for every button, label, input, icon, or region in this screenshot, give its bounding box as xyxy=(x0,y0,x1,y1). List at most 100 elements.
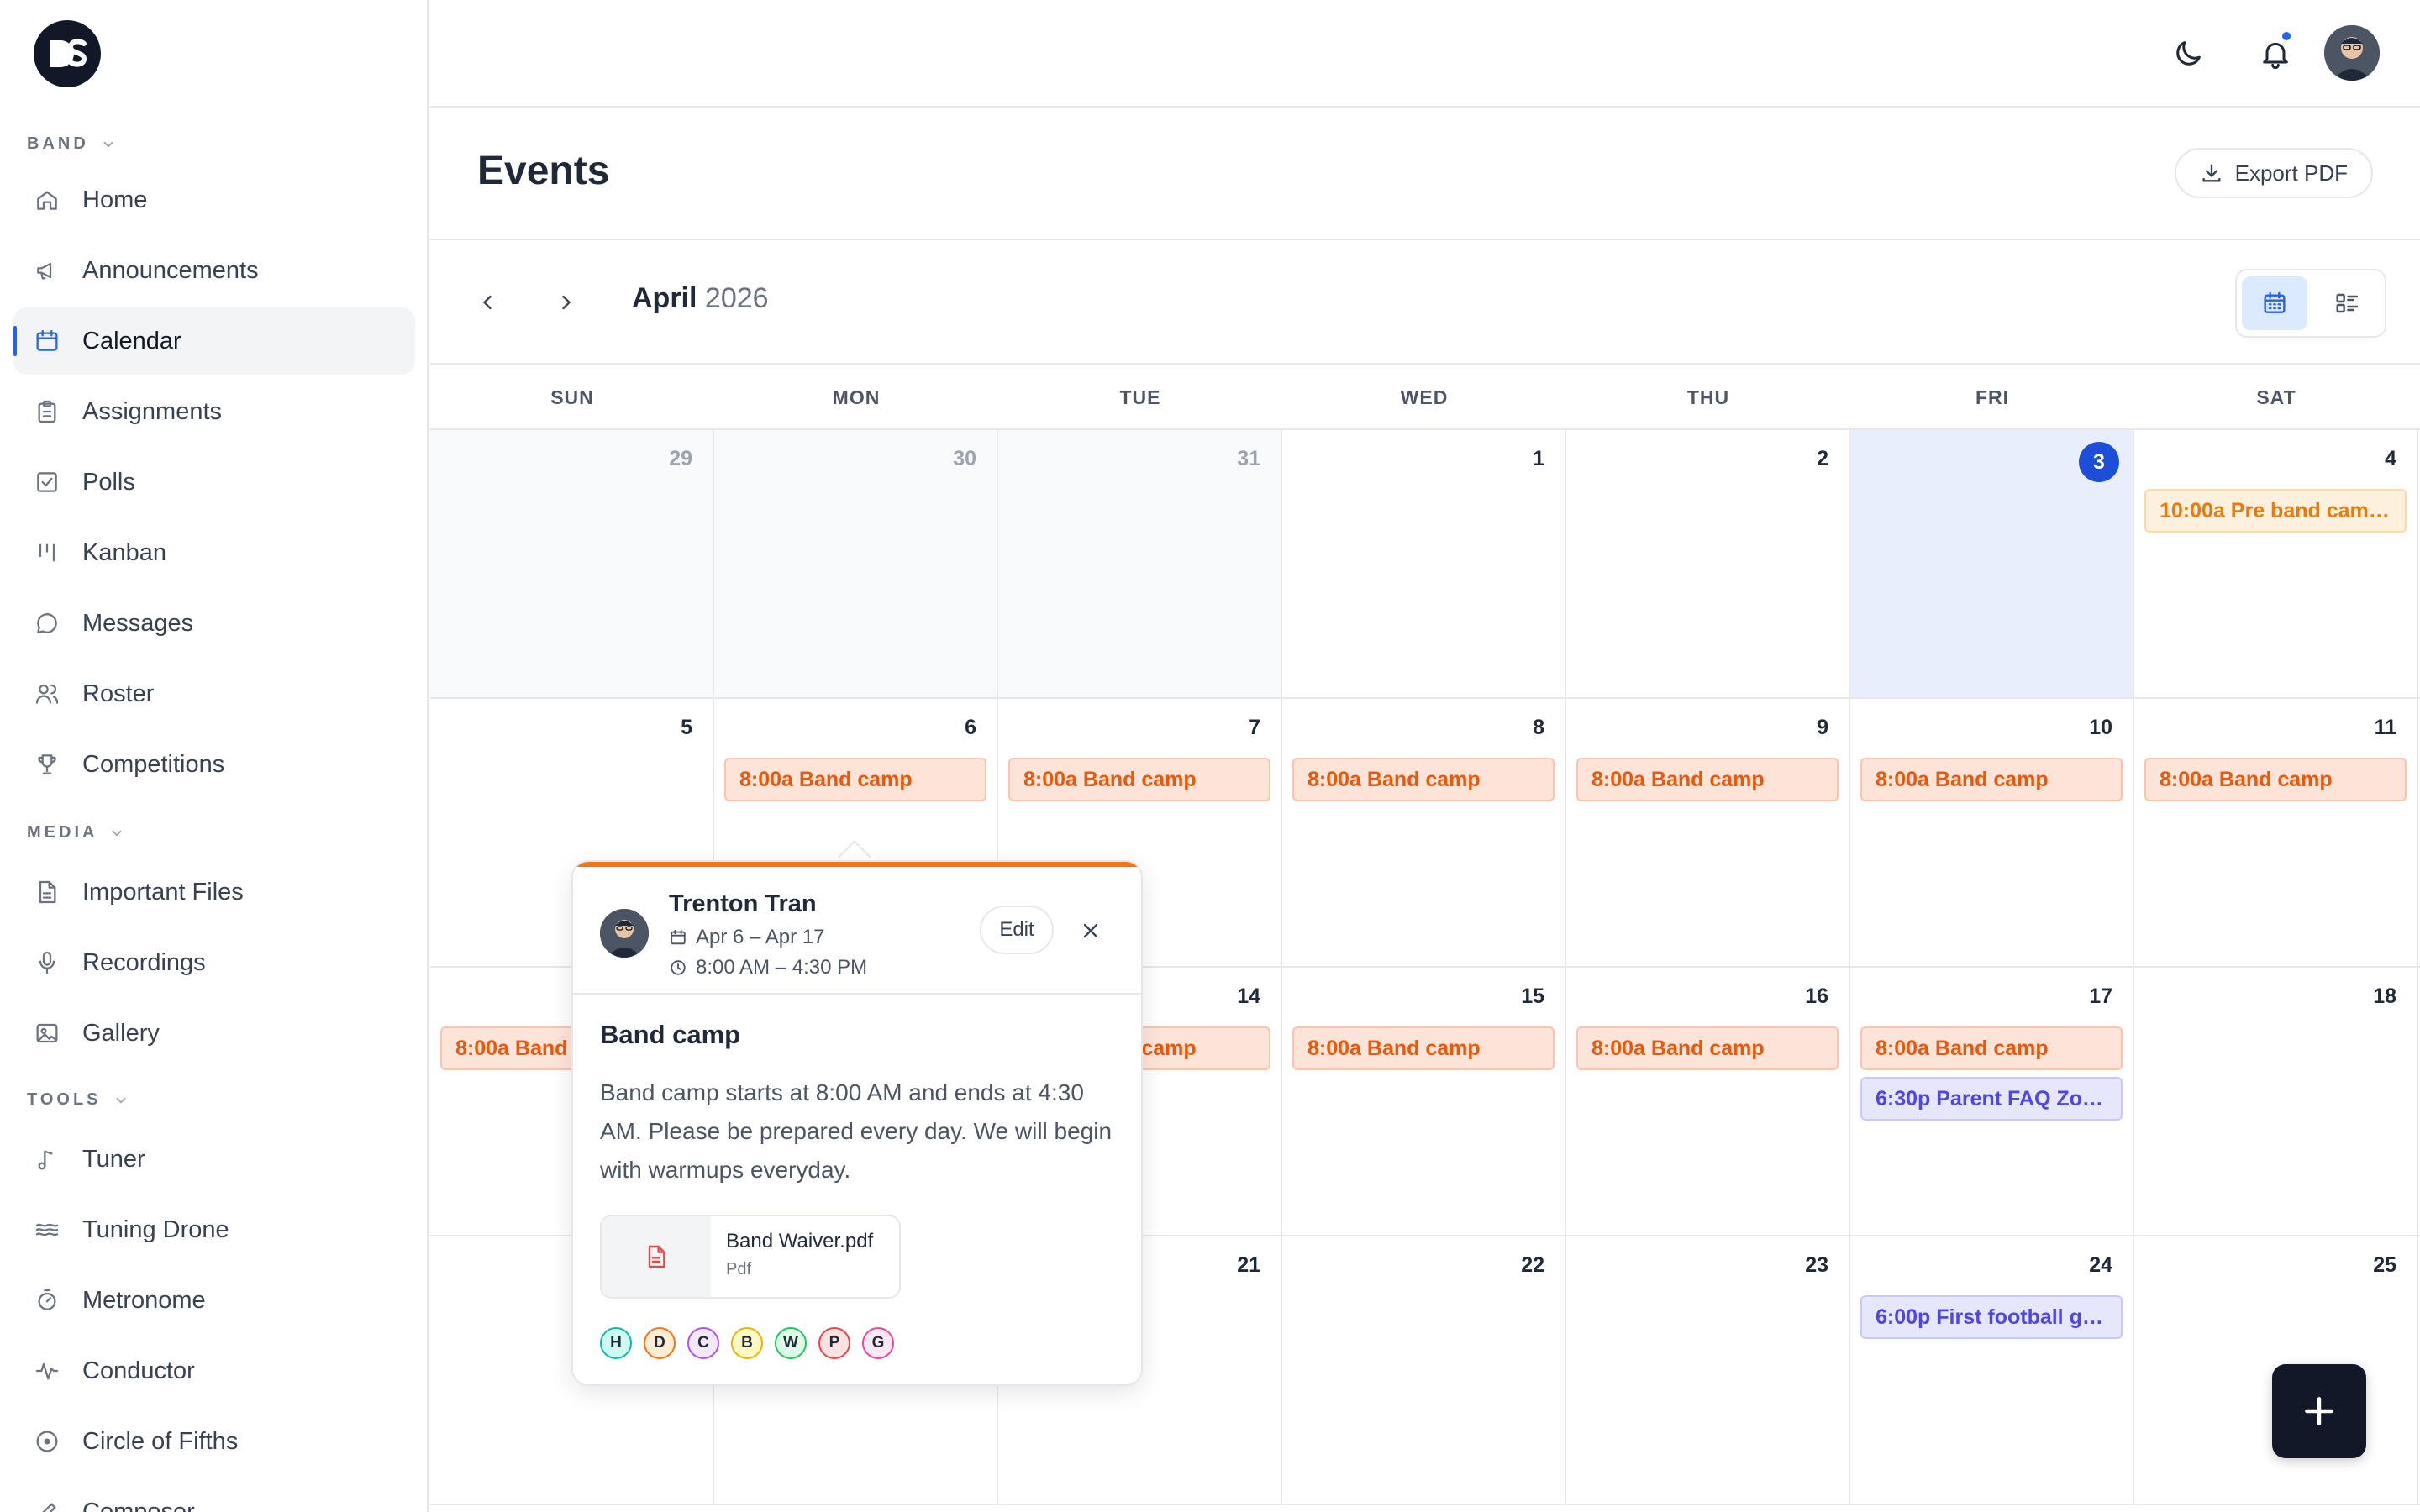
month-year-label: April 2026 xyxy=(632,282,769,315)
calendar-day-cell[interactable]: 23 xyxy=(1566,1236,1850,1504)
close-icon xyxy=(1083,923,1098,938)
chevron-down-icon xyxy=(116,1097,125,1104)
plus-icon xyxy=(2305,1397,2333,1425)
view-toggle xyxy=(2235,269,2386,338)
sidebar-item-label: Roster xyxy=(82,680,155,707)
page-title: Events xyxy=(477,149,610,193)
calendar-day-cell[interactable]: 8 8:00a Band camp xyxy=(1282,699,1566,966)
calendar-day-cell[interactable]: 11 8:00a Band camp xyxy=(2134,699,2418,966)
event-description: Band camp starts at 8:00 AM and ends at … xyxy=(600,1079,1113,1183)
export-pdf-button[interactable]: Export PDF xyxy=(2174,148,2373,198)
event-chip[interactable]: 8:00a Band camp xyxy=(1576,1026,1839,1070)
download-icon xyxy=(2202,164,2221,182)
date-range-text: Apr 6 – Apr 17 xyxy=(696,926,825,948)
user-avatar[interactable] xyxy=(2324,25,2380,81)
attendee-avatar[interactable]: B xyxy=(731,1327,763,1359)
event-chip[interactable]: 8:00a Band camp xyxy=(2144,758,2407,801)
section-label-media[interactable]: MEDIA xyxy=(27,823,124,843)
event-chip[interactable]: 10:00a Pre band camp meeting xyxy=(2144,489,2407,533)
sidebar-item-roster[interactable]: Roster xyxy=(13,660,415,727)
calendar-view-button[interactable] xyxy=(2242,276,2307,330)
event-chip[interactable]: 6:30p Parent FAQ Zoom xyxy=(1860,1077,2123,1121)
section-label-tools[interactable]: TOOLS xyxy=(27,1090,129,1110)
sidebar-item-recordings[interactable]: Recordings xyxy=(13,929,415,996)
calendar-day-cell[interactable]: 29 xyxy=(430,430,714,697)
previous-month-button[interactable] xyxy=(469,284,506,321)
sidebar-item-label: Messages xyxy=(82,609,194,637)
add-event-button[interactable] xyxy=(2272,1364,2366,1458)
calendar-day-cell[interactable]: 15 8:00a Band camp xyxy=(1282,968,1566,1235)
event-chip[interactable]: 8:00a Band camp xyxy=(1860,758,2123,801)
person-avatar-icon xyxy=(600,909,649,958)
section-label-text: MEDIA xyxy=(27,823,98,842)
close-popover-button[interactable] xyxy=(1074,914,1107,948)
calendar-day-cell[interactable]: 24 6:00p First football game xyxy=(1850,1236,2134,1504)
sidebar-item-announcements[interactable]: Announcements xyxy=(13,237,415,304)
sidebar-item-label: Composer xyxy=(82,1498,195,1512)
event-chip[interactable]: 8:00a Band camp xyxy=(1292,1026,1555,1070)
year-label: 2026 xyxy=(704,282,769,314)
weekday-label: WED xyxy=(1400,386,1449,408)
calendar-day-cell[interactable]: 4 10:00a Pre band camp meeting xyxy=(2134,430,2418,697)
attendee-avatar[interactable]: H xyxy=(600,1327,632,1359)
sidebar-item-assignments[interactable]: Assignments xyxy=(13,378,415,445)
sidebar-item-calendar[interactable]: Calendar xyxy=(13,307,415,375)
day-number: 15 xyxy=(1521,984,1544,1008)
calendar-day-cell[interactable]: 3 xyxy=(1850,430,2134,697)
event-chip[interactable]: 6:00p First football game xyxy=(1860,1295,2123,1339)
calendar-day-cell[interactable]: 17 8:00a Band camp 6:30p Parent FAQ Zoom xyxy=(1850,968,2134,1235)
sidebar-item-conductor[interactable]: Conductor xyxy=(13,1337,415,1404)
trophy-icon xyxy=(38,754,56,774)
edit-event-button[interactable]: Edit xyxy=(980,906,1054,954)
sidebar-item-polls[interactable]: Polls xyxy=(13,449,415,516)
event-chip[interactable]: 8:00a Band camp xyxy=(1008,758,1270,801)
moon-icon xyxy=(2176,41,2201,66)
sidebar-item-label: Tuner xyxy=(82,1145,145,1173)
app-logo[interactable] xyxy=(34,20,101,87)
sidebar-item-kanban[interactable]: Kanban xyxy=(13,519,415,586)
calendar-day-cell[interactable]: 31 xyxy=(998,430,1282,697)
list-view-button[interactable] xyxy=(2314,276,2380,330)
sidebar-item-home[interactable]: Home xyxy=(13,166,415,234)
day-number: 23 xyxy=(1805,1253,1828,1277)
attachment-card[interactable]: Band Waiver.pdf Pdf xyxy=(600,1215,901,1299)
day-number: 30 xyxy=(953,447,976,470)
dark-mode-toggle[interactable] xyxy=(2168,34,2208,74)
sidebar-item-competitions[interactable]: Competitions xyxy=(13,731,415,798)
weekday-label: TUE xyxy=(1119,386,1161,408)
sidebar-item-important-files[interactable]: Important Files xyxy=(13,858,415,926)
calendar-day-cell[interactable]: 18 xyxy=(2134,968,2418,1235)
calendar-day-cell[interactable]: 30 xyxy=(714,430,998,697)
notifications-button[interactable] xyxy=(2255,30,2296,74)
sidebar-item-messages[interactable]: Messages xyxy=(13,590,415,657)
attendee-avatar[interactable]: G xyxy=(862,1327,894,1359)
attendee-avatar[interactable]: W xyxy=(775,1327,807,1359)
attendee-avatar[interactable]: D xyxy=(644,1327,676,1359)
sidebar-item-metronome[interactable]: Metronome xyxy=(13,1267,415,1334)
day-number: 22 xyxy=(1521,1253,1544,1277)
calendar-day-cell[interactable]: 9 8:00a Band camp xyxy=(1566,699,1850,966)
event-chip[interactable]: 8:00a Band camp xyxy=(1576,758,1839,801)
calendar-day-cell[interactable]: 2 xyxy=(1566,430,1850,697)
sidebar-item-circle-of-fifths[interactable]: Circle of Fifths xyxy=(13,1408,415,1475)
section-label-band[interactable]: BAND xyxy=(27,134,116,154)
calendar-day-cell[interactable]: 22 xyxy=(1282,1236,1566,1504)
day-number: 10 xyxy=(2089,716,2112,739)
calendar-day-cell[interactable]: 1 xyxy=(1282,430,1566,697)
next-month-button[interactable] xyxy=(548,284,585,321)
sidebar-item-tuner[interactable]: Tuner xyxy=(13,1126,415,1193)
sidebar-item-composer[interactable]: Composer xyxy=(13,1478,415,1512)
event-chip[interactable]: 8:00a Band camp xyxy=(724,758,986,801)
attendee-avatar[interactable]: C xyxy=(687,1327,719,1359)
event-chip[interactable]: 8:00a Band camp xyxy=(1860,1026,2123,1070)
event-date-range: Apr 6 – Apr 17 xyxy=(669,926,824,949)
day-number: 9 xyxy=(1817,716,1828,739)
sidebar-item-label: Tuning Drone xyxy=(82,1215,229,1243)
attendee-avatar[interactable]: P xyxy=(818,1327,850,1359)
sidebar-item-tuning-drone[interactable]: Tuning Drone xyxy=(13,1196,415,1263)
calendar-day-cell[interactable]: 16 8:00a Band camp xyxy=(1566,968,1850,1235)
sidebar-item-gallery[interactable]: Gallery xyxy=(13,1000,415,1067)
calendar-day-cell[interactable]: 10 8:00a Band camp xyxy=(1850,699,2134,966)
kanban-icon xyxy=(39,543,55,562)
event-chip[interactable]: 8:00a Band camp xyxy=(1292,758,1555,801)
